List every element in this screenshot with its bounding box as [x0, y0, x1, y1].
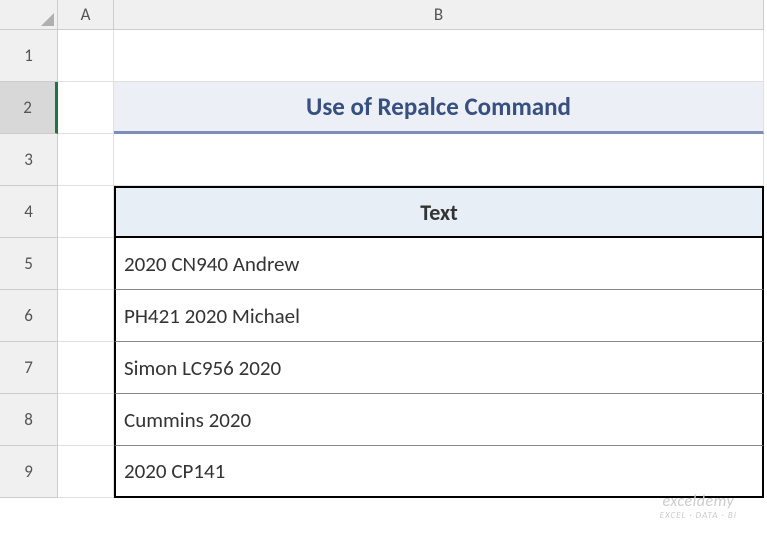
row-header-5[interactable]: 5	[0, 238, 58, 290]
col-header-b[interactable]: B	[114, 0, 764, 30]
table-header[interactable]: Text	[114, 186, 764, 238]
table-row[interactable]: PH421 2020 Michael	[114, 290, 764, 342]
watermark-sub: EXCEL · DATA · BI	[660, 511, 737, 522]
cell-a9[interactable]	[58, 446, 114, 498]
row-header-9[interactable]: 9	[0, 446, 58, 498]
row-header-7[interactable]: 7	[0, 342, 58, 394]
row-header-3[interactable]: 3	[0, 134, 58, 186]
col-header-a[interactable]: A	[58, 0, 114, 30]
cell-b1[interactable]	[114, 30, 764, 82]
watermark: exceldemy EXCEL · DATA · BI	[660, 492, 737, 522]
row-header-6[interactable]: 6	[0, 290, 58, 342]
row-header-2[interactable]: 2	[0, 82, 58, 134]
table-row[interactable]: 2020 CN940 Andrew	[114, 238, 764, 290]
row-header-4[interactable]: 4	[0, 186, 58, 238]
cell-a8[interactable]	[58, 394, 114, 446]
table-row[interactable]: 2020 CP141	[114, 446, 764, 498]
cell-a1[interactable]	[58, 30, 114, 82]
row-header-8[interactable]: 8	[0, 394, 58, 446]
table-row[interactable]: Cummins 2020	[114, 394, 764, 446]
cell-b3[interactable]	[114, 134, 764, 186]
cell-a6[interactable]	[58, 290, 114, 342]
watermark-main: exceldemy	[660, 492, 737, 511]
cell-a2[interactable]	[58, 82, 114, 134]
row-header-1[interactable]: 1	[0, 30, 58, 82]
cell-a3[interactable]	[58, 134, 114, 186]
cell-a4[interactable]	[58, 186, 114, 238]
cell-a7[interactable]	[58, 342, 114, 394]
title-cell[interactable]: Use of Repalce Command	[114, 82, 764, 134]
table-row[interactable]: Simon LC956 2020	[114, 342, 764, 394]
spreadsheet-grid: A B 1 2 Use of Repalce Command 3 4 Text …	[0, 0, 767, 498]
select-all-corner[interactable]	[0, 0, 58, 30]
cell-a5[interactable]	[58, 238, 114, 290]
